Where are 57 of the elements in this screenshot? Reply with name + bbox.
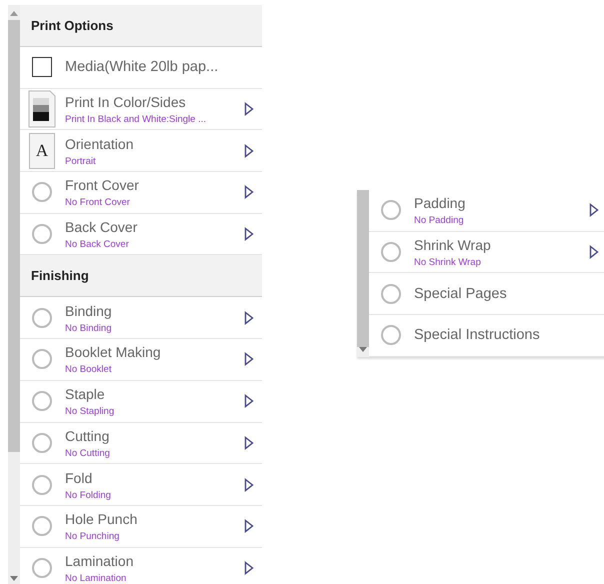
option-title: Shrink Wrap	[414, 236, 491, 254]
option-title: Special Instructions	[414, 326, 540, 344]
option-row[interactable]: Lamination No Lamination	[20, 548, 262, 584]
radio-button[interactable]	[381, 325, 401, 346]
radio-button[interactable]	[32, 474, 52, 495]
checkbox[interactable]	[32, 57, 52, 78]
grayscale-swatch-icon	[28, 90, 56, 128]
option-title: Padding	[414, 194, 466, 212]
section-heading: Print Options	[20, 5, 262, 47]
scroll-down-icon	[10, 576, 18, 582]
option-title: Special Pages	[414, 284, 507, 303]
option-value: No Folding	[65, 490, 111, 501]
option-row[interactable]: Print In Color/Sides Print In Black and White:Single ...	[20, 88, 262, 130]
option-value: No Front Cover	[65, 197, 130, 208]
option-value: No Shrink Wrap	[414, 257, 481, 268]
option-title: Media(White 20lb pap...	[65, 58, 218, 76]
option-title: Print In Color/Sides	[65, 93, 186, 112]
option-value: No Booklet	[65, 364, 112, 376]
scroll-up-icon	[10, 10, 18, 16]
option-value: No Punching	[65, 531, 120, 542]
radio-button[interactable]	[32, 516, 52, 536]
scrollbar[interactable]	[8, 5, 20, 584]
option-title: Hole Punch	[65, 510, 138, 528]
option-value: Portrait	[65, 156, 96, 167]
radio-button[interactable]	[32, 308, 52, 328]
option-value: No Padding	[414, 215, 464, 226]
radio-button[interactable]	[32, 391, 52, 412]
radio-button[interactable]	[32, 432, 52, 453]
option-row[interactable]: A Orientation Portrait	[20, 130, 262, 172]
document-letter-icon: A	[29, 132, 55, 169]
option-title: Orientation	[65, 134, 134, 153]
option-title: Booklet Making	[65, 343, 161, 362]
radio-button[interactable]	[381, 284, 401, 304]
option-value: No Back Cover	[65, 239, 129, 250]
radio-button[interactable]	[32, 558, 52, 578]
option-title: Fold	[65, 468, 92, 487]
section-heading: Finishing	[20, 255, 262, 298]
radio-button[interactable]	[381, 200, 401, 220]
option-title: Staple	[65, 385, 105, 404]
option-row[interactable]: Padding No Padding	[369, 190, 604, 232]
option-title: Lamination	[65, 552, 134, 570]
option-title: Back Cover	[65, 218, 138, 236]
option-value: Print In Black and White:Single ...	[65, 114, 206, 126]
radio-button[interactable]	[381, 242, 401, 262]
option-title: Binding	[65, 302, 112, 320]
option-title: Front Cover	[65, 176, 139, 194]
scrollbar[interactable]	[357, 190, 369, 357]
radio-button[interactable]	[32, 182, 52, 202]
option-row[interactable]: Shrink Wrap No Shrink Wrap	[369, 232, 604, 274]
option-row[interactable]: Cutting No Cutting	[20, 422, 262, 464]
radio-button[interactable]	[32, 349, 52, 370]
option-value: No Lamination	[65, 572, 126, 584]
option-value: No Cutting	[65, 448, 110, 459]
option-value: No Stapling	[65, 406, 114, 418]
option-title: Cutting	[65, 426, 110, 445]
option-value: No Binding	[65, 322, 112, 334]
radio-button[interactable]	[32, 224, 52, 244]
